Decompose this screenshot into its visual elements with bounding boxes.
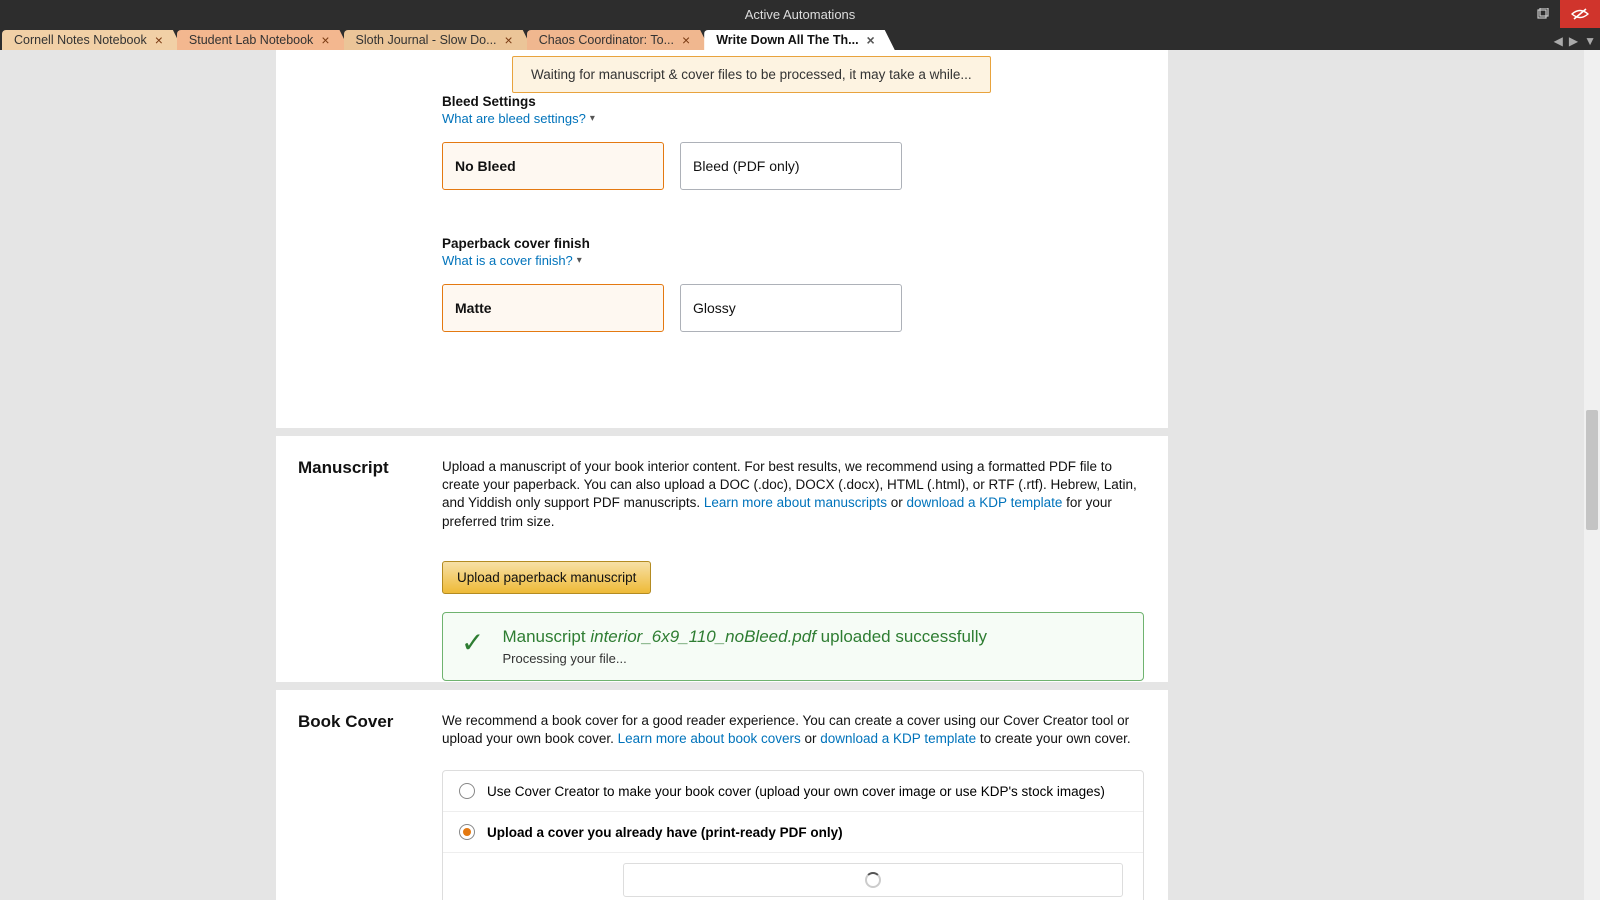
cover-finish-title: Paperback cover finish bbox=[442, 236, 1144, 251]
processing-status: Processing your file... bbox=[502, 651, 987, 666]
tab-label: Sloth Journal - Slow Do... bbox=[356, 33, 497, 47]
uploaded-filename: interior_6x9_110_noBleed.pdf bbox=[590, 627, 816, 646]
print-options-panel: Bleed Settings What are bleed settings? … bbox=[276, 50, 1168, 428]
option-matte[interactable]: Matte bbox=[442, 284, 664, 332]
learn-covers-link[interactable]: Learn more about book covers bbox=[618, 731, 801, 746]
radio-icon bbox=[459, 824, 475, 840]
manuscript-panel: Manuscript Upload a manuscript of your b… bbox=[276, 436, 1168, 682]
check-icon: ✓ bbox=[461, 629, 484, 657]
manuscript-heading: Manuscript bbox=[298, 458, 389, 478]
bleed-help-link[interactable]: What are bleed settings? bbox=[442, 111, 595, 126]
close-icon[interactable]: × bbox=[155, 32, 163, 48]
title-bar: Active Automations bbox=[0, 0, 1600, 28]
download-cover-template-link[interactable]: download a KDP template bbox=[820, 731, 976, 746]
scrollbar[interactable] bbox=[1584, 50, 1600, 900]
radio-cover-creator[interactable]: Use Cover Creator to make your book cove… bbox=[443, 771, 1143, 812]
close-icon[interactable]: × bbox=[682, 32, 690, 48]
window-restore-icon[interactable] bbox=[1524, 0, 1560, 28]
tab-navigation: ◀ ▶ ▼ bbox=[1554, 34, 1596, 48]
option-bleed-pdf[interactable]: Bleed (PDF only) bbox=[680, 142, 902, 190]
upload-manuscript-button[interactable]: Upload paperback manuscript bbox=[442, 561, 651, 594]
titlebar-controls bbox=[1524, 0, 1600, 28]
bleed-options: No Bleed Bleed (PDF only) bbox=[442, 142, 1144, 190]
option-glossy[interactable]: Glossy bbox=[680, 284, 902, 332]
download-template-link[interactable]: download a KDP template bbox=[907, 495, 1063, 510]
tab-next-icon[interactable]: ▶ bbox=[1569, 34, 1578, 48]
scrollbar-thumb[interactable] bbox=[1586, 410, 1598, 530]
upload-success-box: ✓ Manuscript interior_6x9_110_noBleed.pd… bbox=[442, 612, 1144, 681]
manuscript-description: Upload a manuscript of your book interio… bbox=[442, 458, 1144, 531]
radio-label: Use Cover Creator to make your book cove… bbox=[487, 784, 1105, 799]
tab-label: Student Lab Notebook bbox=[189, 33, 313, 47]
finish-options: Matte Glossy bbox=[442, 284, 1144, 332]
option-no-bleed[interactable]: No Bleed bbox=[442, 142, 664, 190]
tab-prev-icon[interactable]: ◀ bbox=[1554, 34, 1563, 48]
close-icon[interactable]: × bbox=[867, 32, 875, 48]
tab-write-down[interactable]: Write Down All The Th... × bbox=[704, 30, 895, 50]
processing-notification: Waiting for manuscript & cover files to … bbox=[512, 56, 991, 93]
close-icon[interactable]: × bbox=[505, 32, 513, 48]
cover-option-list: Use Cover Creator to make your book cove… bbox=[442, 770, 1144, 900]
book-cover-panel: Book Cover We recommend a book cover for… bbox=[276, 690, 1168, 900]
radio-label: Upload a cover you already have (print-r… bbox=[487, 825, 843, 840]
tab-cornell[interactable]: Cornell Notes Notebook × bbox=[2, 30, 183, 50]
viewport: Waiting for manuscript & cover files to … bbox=[0, 50, 1600, 900]
tab-label: Chaos Coordinator: To... bbox=[539, 33, 674, 47]
tab-label: Write Down All The Th... bbox=[716, 33, 858, 47]
upload-success-message: Manuscript interior_6x9_110_noBleed.pdf … bbox=[502, 627, 987, 647]
window-title: Active Automations bbox=[745, 7, 856, 22]
close-icon[interactable]: × bbox=[321, 32, 329, 48]
spinner-icon bbox=[865, 872, 881, 888]
tab-chaos[interactable]: Chaos Coordinator: To... × bbox=[527, 30, 710, 50]
bleed-settings-title: Bleed Settings bbox=[442, 94, 1144, 109]
cover-description: We recommend a book cover for a good rea… bbox=[442, 712, 1144, 748]
tab-student-lab[interactable]: Student Lab Notebook × bbox=[177, 30, 350, 50]
radio-icon bbox=[459, 783, 475, 799]
notification-text: Waiting for manuscript & cover files to … bbox=[531, 67, 972, 82]
tab-strip: Cornell Notes Notebook × Student Lab Not… bbox=[0, 28, 1600, 50]
privacy-eye-icon[interactable] bbox=[1560, 0, 1600, 28]
cover-upload-area bbox=[623, 863, 1123, 897]
cover-finish-help-link[interactable]: What is a cover finish? bbox=[442, 253, 582, 268]
tab-label: Cornell Notes Notebook bbox=[14, 33, 147, 47]
tab-list-icon[interactable]: ▼ bbox=[1584, 34, 1596, 48]
learn-manuscripts-link[interactable]: Learn more about manuscripts bbox=[704, 495, 887, 510]
radio-upload-cover[interactable]: Upload a cover you already have (print-r… bbox=[443, 812, 1143, 853]
tab-sloth[interactable]: Sloth Journal - Slow Do... × bbox=[344, 30, 533, 50]
book-cover-heading: Book Cover bbox=[298, 712, 393, 732]
